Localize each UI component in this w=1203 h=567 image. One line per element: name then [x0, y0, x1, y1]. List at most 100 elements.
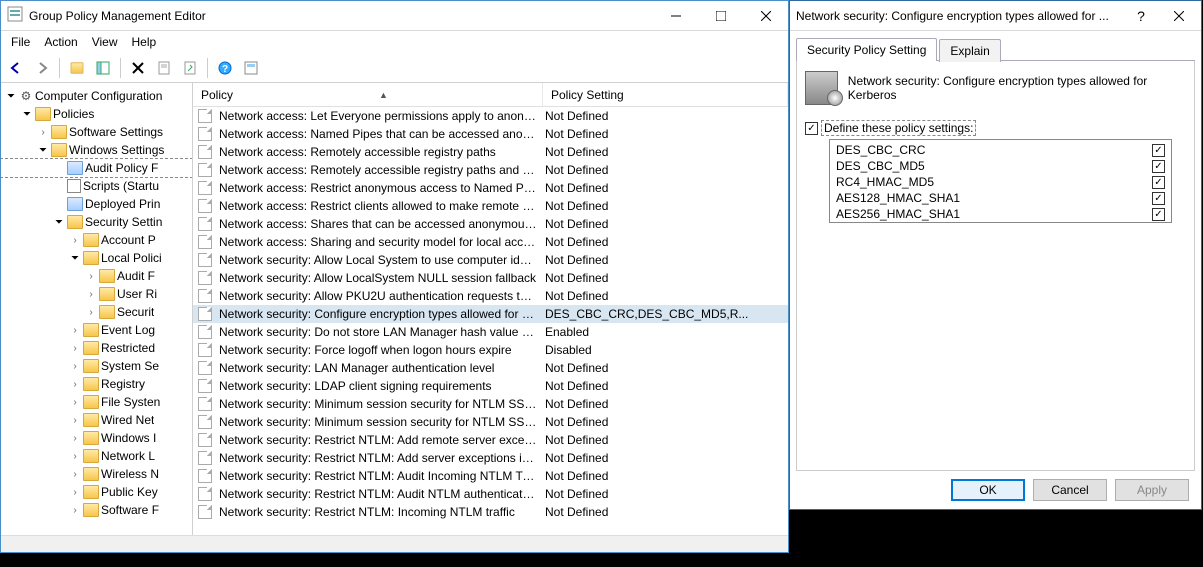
- policy-row[interactable]: Network access: Restrict anonymous acces…: [193, 179, 788, 197]
- tree-item[interactable]: ›Account P: [1, 231, 192, 249]
- option-checkbox[interactable]: ✓: [1152, 192, 1165, 205]
- menu-action[interactable]: Action: [44, 35, 77, 49]
- policy-row[interactable]: Network security: Do not store LAN Manag…: [193, 323, 788, 341]
- back-button[interactable]: [5, 57, 27, 79]
- tree-item[interactable]: ›Software Settings: [1, 123, 192, 141]
- tree-chevron[interactable]: ›: [69, 469, 81, 480]
- tree-chevron[interactable]: ›: [85, 289, 97, 300]
- option-checkbox[interactable]: ✓: [1152, 144, 1165, 157]
- filter-button[interactable]: [240, 57, 262, 79]
- tree-chevron[interactable]: ›: [69, 505, 81, 516]
- encryption-option[interactable]: DES_CBC_CRC✓: [836, 142, 1165, 158]
- col-policy[interactable]: Policy ▲: [193, 83, 543, 106]
- policy-row[interactable]: Network security: Allow LocalSystem NULL…: [193, 269, 788, 287]
- minimize-button[interactable]: [653, 1, 698, 30]
- nav-tree[interactable]: ⏷⚙Computer Configuration⏷Policies›Softwa…: [1, 83, 193, 535]
- tree-chevron[interactable]: ›: [69, 343, 81, 354]
- tree-chevron[interactable]: ›: [69, 397, 81, 408]
- tree-item[interactable]: ›Registry: [1, 375, 192, 393]
- dialog-help-button[interactable]: ?: [1126, 1, 1156, 30]
- close-button[interactable]: [743, 1, 788, 30]
- tab-security-setting[interactable]: Security Policy Setting: [796, 38, 937, 61]
- tree-chevron[interactable]: ⏷: [53, 217, 65, 228]
- policy-row[interactable]: Network security: Allow Local System to …: [193, 251, 788, 269]
- policy-row[interactable]: Network security: Minimum session securi…: [193, 413, 788, 431]
- tree-chevron[interactable]: ›: [69, 415, 81, 426]
- policy-row[interactable]: Network security: Restrict NTLM: Incomin…: [193, 503, 788, 521]
- policy-row[interactable]: Network access: Remotely accessible regi…: [193, 143, 788, 161]
- tree-item[interactable]: ⏷Security Settin: [1, 213, 192, 231]
- policy-row[interactable]: Network security: LAN Manager authentica…: [193, 359, 788, 377]
- policy-row[interactable]: Network access: Named Pipes that can be …: [193, 125, 788, 143]
- maximize-button[interactable]: [698, 1, 743, 30]
- policy-row[interactable]: Network access: Remotely accessible regi…: [193, 161, 788, 179]
- policy-row[interactable]: Network access: Restrict clients allowed…: [193, 197, 788, 215]
- encryption-options[interactable]: DES_CBC_CRC✓DES_CBC_MD5✓RC4_HMAC_MD5✓ AES…: [829, 139, 1172, 223]
- dialog-close-button[interactable]: [1156, 1, 1201, 30]
- encryption-option[interactable]: RC4_HMAC_MD5✓: [836, 174, 1165, 190]
- ok-button[interactable]: OK: [951, 479, 1025, 501]
- policy-row[interactable]: Network access: Let Everyone permissions…: [193, 107, 788, 125]
- tree-item[interactable]: ›Windows I: [1, 429, 192, 447]
- list-body[interactable]: Network access: Let Everyone permissions…: [193, 107, 788, 535]
- policy-row[interactable]: Network security: Restrict NTLM: Audit I…: [193, 467, 788, 485]
- option-checkbox[interactable]: ✓: [1152, 208, 1165, 221]
- tree-item[interactable]: ›Wired Net: [1, 411, 192, 429]
- delete-button[interactable]: [127, 57, 149, 79]
- tree-chevron[interactable]: ⏷: [5, 91, 17, 102]
- export-button[interactable]: [179, 57, 201, 79]
- forward-button[interactable]: [31, 57, 53, 79]
- tree-item[interactable]: ›File Systen: [1, 393, 192, 411]
- tree-item[interactable]: ⏷Local Polici: [1, 249, 192, 267]
- tree-item[interactable]: ›User Ri: [1, 285, 192, 303]
- menu-help[interactable]: Help: [132, 35, 157, 49]
- apply-button[interactable]: Apply: [1115, 479, 1189, 501]
- up-button[interactable]: [66, 57, 88, 79]
- show-hide-tree-button[interactable]: [92, 57, 114, 79]
- col-setting[interactable]: Policy Setting: [543, 83, 788, 106]
- tree-chevron[interactable]: ›: [69, 361, 81, 372]
- tree-item[interactable]: ⏷Windows Settings: [1, 141, 192, 159]
- define-checkbox[interactable]: ✓: [805, 122, 818, 135]
- tree-chevron[interactable]: ›: [37, 127, 49, 138]
- encryption-option[interactable]: AES256_HMAC_SHA1✓: [836, 206, 1165, 222]
- policy-row[interactable]: Network access: Shares that can be acces…: [193, 215, 788, 233]
- tree-chevron[interactable]: ›: [69, 487, 81, 498]
- policy-row[interactable]: Network security: Restrict NTLM: Add ser…: [193, 449, 788, 467]
- tree-chevron[interactable]: ⏷: [37, 145, 49, 156]
- encryption-option[interactable]: DES_CBC_MD5✓: [836, 158, 1165, 174]
- option-checkbox[interactable]: ✓: [1152, 176, 1165, 189]
- tree-item[interactable]: Deployed Prin: [1, 195, 192, 213]
- tree-item[interactable]: ›Software F: [1, 501, 192, 519]
- tab-explain[interactable]: Explain: [939, 39, 1000, 62]
- menu-file[interactable]: File: [11, 35, 30, 49]
- properties-button[interactable]: [153, 57, 175, 79]
- tree-chevron[interactable]: ›: [69, 433, 81, 444]
- tree-chevron[interactable]: ›: [69, 325, 81, 336]
- menu-view[interactable]: View: [92, 35, 118, 49]
- tree-item[interactable]: ⏷⚙Computer Configuration: [1, 87, 192, 105]
- policy-row[interactable]: Network access: Sharing and security mod…: [193, 233, 788, 251]
- horizontal-scrollbar[interactable]: [1, 535, 788, 552]
- tree-item[interactable]: Scripts (Startu: [1, 177, 192, 195]
- tree-chevron[interactable]: ›: [85, 271, 97, 282]
- policy-row[interactable]: Network security: Configure encryption t…: [193, 305, 788, 323]
- tree-item[interactable]: ›Audit F: [1, 267, 192, 285]
- tree-item[interactable]: ›Securit: [1, 303, 192, 321]
- policy-row[interactable]: Network security: Minimum session securi…: [193, 395, 788, 413]
- tree-chevron[interactable]: ⏷: [21, 109, 33, 120]
- tree-chevron[interactable]: ›: [85, 307, 97, 318]
- tree-item[interactable]: ›System Se: [1, 357, 192, 375]
- policy-row[interactable]: Network security: Restrict NTLM: Audit N…: [193, 485, 788, 503]
- policy-row[interactable]: Network security: Force logoff when logo…: [193, 341, 788, 359]
- policy-row[interactable]: Network security: Restrict NTLM: Add rem…: [193, 431, 788, 449]
- tree-item[interactable]: ›Event Log: [1, 321, 192, 339]
- cancel-button[interactable]: Cancel: [1033, 479, 1107, 501]
- tree-item[interactable]: ›Wireless N: [1, 465, 192, 483]
- tree-chevron[interactable]: ›: [69, 379, 81, 390]
- tree-item[interactable]: ›Public Key: [1, 483, 192, 501]
- help-button[interactable]: ?: [214, 57, 236, 79]
- policy-row[interactable]: Network security: LDAP client signing re…: [193, 377, 788, 395]
- option-checkbox[interactable]: ✓: [1152, 160, 1165, 173]
- tree-chevron[interactable]: ›: [69, 235, 81, 246]
